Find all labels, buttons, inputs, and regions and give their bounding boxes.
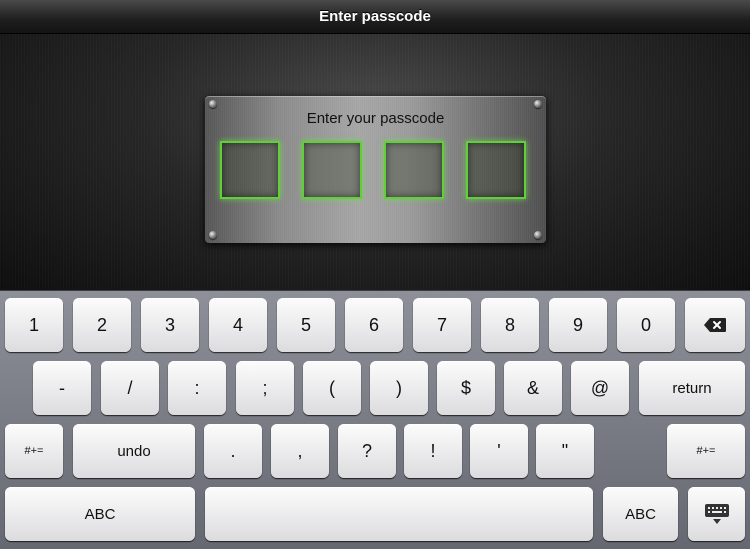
key-slash[interactable]: / bbox=[101, 361, 159, 415]
keyboard-dismiss-icon bbox=[704, 504, 729, 524]
key-comma[interactable]: , bbox=[271, 424, 329, 478]
key-4[interactable]: 4 bbox=[209, 298, 267, 352]
key-3[interactable]: 3 bbox=[141, 298, 199, 352]
key-apostrophe[interactable]: ' bbox=[470, 424, 528, 478]
space-key[interactable] bbox=[205, 487, 593, 541]
key-question[interactable]: ? bbox=[338, 424, 396, 478]
screw-icon bbox=[534, 100, 542, 108]
key-9[interactable]: 9 bbox=[549, 298, 607, 352]
key-7[interactable]: 7 bbox=[413, 298, 471, 352]
passcode-screen: Enter your passcode bbox=[0, 34, 750, 290]
abc-key-right[interactable]: ABC bbox=[603, 487, 678, 541]
key-8[interactable]: 8 bbox=[481, 298, 539, 352]
key-ampersand[interactable]: & bbox=[504, 361, 562, 415]
title-bar: Enter passcode bbox=[0, 0, 750, 34]
on-screen-keyboard: 1 2 3 4 5 6 7 8 9 0 - / : ; ( ) $ & @ re… bbox=[0, 290, 750, 549]
screw-icon bbox=[534, 231, 542, 239]
symbols-toggle-key-left[interactable]: #+= bbox=[5, 424, 63, 478]
key-6[interactable]: 6 bbox=[345, 298, 403, 352]
key-at[interactable]: @ bbox=[571, 361, 629, 415]
key-quote[interactable]: " bbox=[536, 424, 594, 478]
screw-icon bbox=[209, 100, 217, 108]
key-dollar[interactable]: $ bbox=[437, 361, 495, 415]
return-key[interactable]: return bbox=[639, 361, 745, 415]
delete-key[interactable] bbox=[685, 298, 745, 352]
undo-key[interactable]: undo bbox=[73, 424, 195, 478]
passcode-plate: Enter your passcode bbox=[205, 96, 546, 243]
key-1[interactable]: 1 bbox=[5, 298, 63, 352]
passcode-digit-4[interactable] bbox=[466, 141, 526, 199]
passcode-digit-2[interactable] bbox=[302, 141, 362, 199]
key-semicolon[interactable]: ; bbox=[236, 361, 294, 415]
hide-keyboard-key[interactable] bbox=[688, 487, 745, 541]
key-hyphen[interactable]: - bbox=[33, 361, 91, 415]
abc-key-left[interactable]: ABC bbox=[5, 487, 195, 541]
key-period[interactable]: . bbox=[204, 424, 262, 478]
key-2[interactable]: 2 bbox=[73, 298, 131, 352]
passcode-prompt: Enter your passcode bbox=[306, 110, 445, 127]
symbols-toggle-key-right[interactable]: #+= bbox=[667, 424, 745, 478]
key-0[interactable]: 0 bbox=[617, 298, 675, 352]
screw-icon bbox=[209, 231, 217, 239]
key-open-paren[interactable]: ( bbox=[303, 361, 361, 415]
passcode-digit-3[interactable] bbox=[384, 141, 444, 199]
key-colon[interactable]: : bbox=[168, 361, 226, 415]
passcode-digit-1[interactable] bbox=[220, 141, 280, 199]
key-exclamation[interactable]: ! bbox=[404, 424, 462, 478]
key-close-paren[interactable]: ) bbox=[370, 361, 428, 415]
backspace-icon bbox=[704, 318, 726, 332]
key-5[interactable]: 5 bbox=[277, 298, 335, 352]
page-title: Enter passcode bbox=[319, 8, 431, 25]
